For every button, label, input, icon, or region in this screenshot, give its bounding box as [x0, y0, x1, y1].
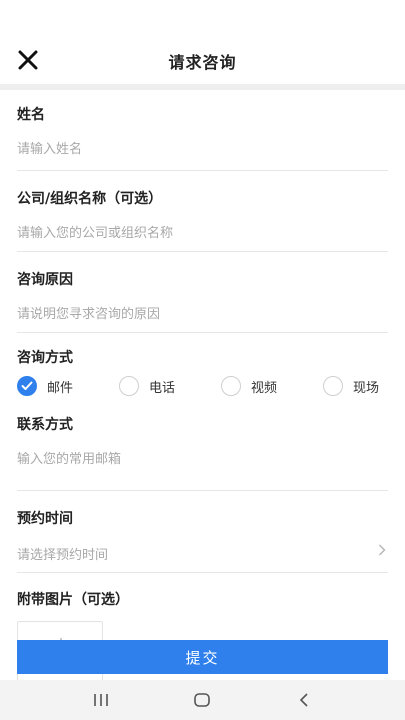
- home-button[interactable]: [182, 685, 222, 715]
- company-label: 公司/组织名称（可选）: [17, 191, 163, 207]
- recent-apps-button[interactable]: [81, 685, 121, 715]
- system-nav-bar: [0, 680, 405, 720]
- name-input[interactable]: 请输入姓名: [17, 138, 388, 157]
- contact-input[interactable]: 输入您的常用邮箱: [17, 448, 388, 467]
- radio-video-circle[interactable]: [221, 376, 241, 396]
- chevron-right-icon: [379, 544, 386, 556]
- back-icon: [300, 693, 308, 707]
- check-icon: [21, 381, 33, 390]
- status-bar: [0, 0, 405, 38]
- close-button[interactable]: [14, 46, 42, 74]
- radio-onsite[interactable]: 现场: [323, 376, 379, 396]
- radio-onsite-label: 现场: [353, 380, 380, 396]
- radio-video-label: 视频: [251, 380, 278, 396]
- name-field[interactable]: 姓名 请输入姓名: [17, 90, 388, 171]
- close-icon: [18, 50, 38, 70]
- radio-email[interactable]: 邮件: [17, 376, 119, 396]
- reason-field[interactable]: 咨询原因 请说明您寻求咨询的原因: [17, 252, 388, 333]
- time-field[interactable]: 预约时间 请选择预约时间: [17, 491, 388, 573]
- method-radio-group: 邮件 电话 视频 现场: [17, 376, 388, 396]
- radio-video[interactable]: 视频: [221, 376, 323, 396]
- reason-label: 咨询原因: [17, 272, 73, 288]
- radio-email-label: 邮件: [47, 380, 74, 396]
- home-icon: [194, 693, 211, 707]
- method-label: 咨询方式: [17, 350, 73, 366]
- contact-field[interactable]: 联系方式 输入您的常用邮箱: [17, 413, 388, 491]
- company-input[interactable]: 请输入您的公司或组织名称: [17, 222, 388, 241]
- time-picker[interactable]: 请选择预约时间: [17, 544, 388, 563]
- radio-onsite-circle[interactable]: [323, 376, 343, 396]
- contact-label: 联系方式: [17, 417, 73, 433]
- time-label: 预约时间: [17, 511, 73, 527]
- method-field: 咨询方式 邮件 电话 视频 现场: [17, 333, 388, 413]
- consultation-form: 姓名 请输入姓名 公司/组织名称（可选） 请输入您的公司或组织名称 咨询原因 请…: [0, 90, 405, 681]
- submit-button[interactable]: 提交: [17, 640, 388, 674]
- reason-input[interactable]: 请说明您寻求咨询的原因: [17, 303, 388, 322]
- radio-phone-label: 电话: [149, 380, 176, 396]
- company-field[interactable]: 公司/组织名称（可选） 请输入您的公司或组织名称: [17, 171, 388, 252]
- radio-email-circle[interactable]: [17, 376, 37, 396]
- page-title: 请求咨询: [168, 53, 237, 72]
- recent-apps-icon: [94, 694, 108, 706]
- radio-phone[interactable]: 电话: [119, 376, 221, 396]
- name-label: 姓名: [17, 107, 45, 123]
- radio-phone-circle[interactable]: [119, 376, 139, 396]
- header: 请求咨询: [0, 38, 405, 84]
- image-label: 附带图片（可选）: [17, 592, 129, 608]
- back-button[interactable]: [284, 685, 324, 715]
